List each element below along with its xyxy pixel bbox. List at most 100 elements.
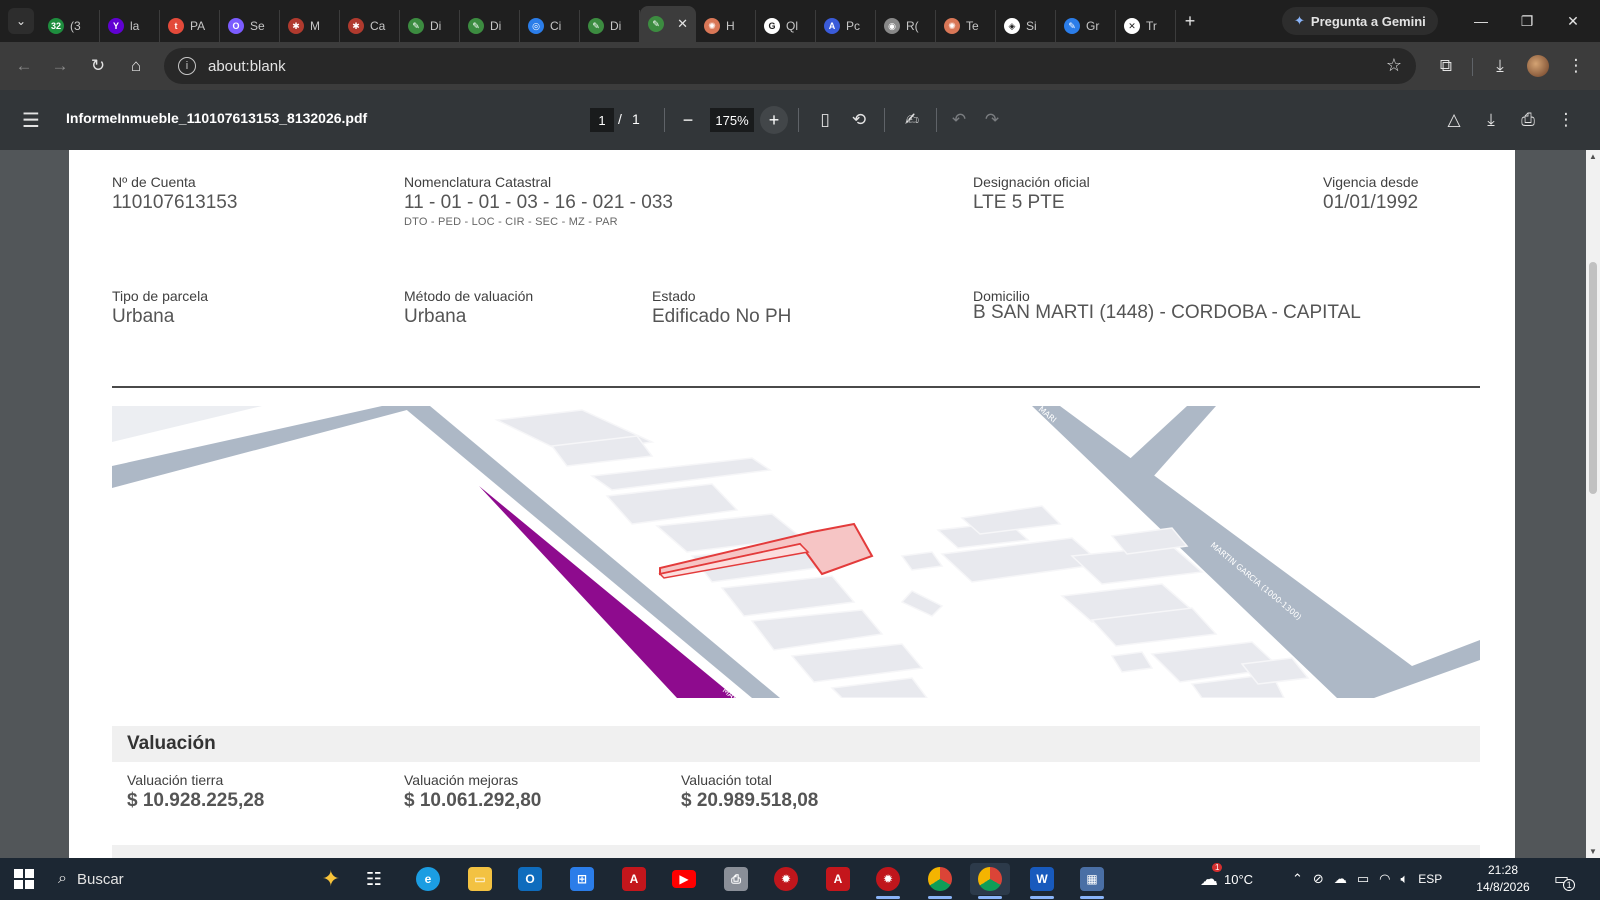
bookmark-star-icon[interactable]: ☆ (1386, 55, 1402, 76)
browser-tab[interactable]: ✕ Tr (1116, 10, 1176, 42)
language-indicator[interactable]: ESP (1418, 872, 1442, 886)
minimize-button[interactable]: — (1458, 0, 1504, 42)
pdf-viewport[interactable]: Nº de Cuenta 110107613153 Nomenclatura C… (0, 150, 1600, 858)
close-window-button[interactable]: ✕ (1550, 0, 1596, 42)
browser-tab[interactable]: 32 (3 (40, 10, 100, 42)
redo-button[interactable]: ↷ (978, 106, 1006, 134)
browser-tab[interactable]: ✎ ✕ (640, 6, 696, 42)
pdf-scrollbar[interactable]: ▲ ▼ (1586, 150, 1600, 858)
acrobat-reader-app[interactable]: A (818, 863, 858, 895)
tab-title: Se (250, 19, 265, 33)
pdf-more-button[interactable]: ⋮ (1552, 106, 1580, 134)
browser-toolbar: ← → ↻ ⌂ i about:blank ☆ ⧉ ⤓ ⋮ (0, 42, 1600, 90)
print-button[interactable]: ⎙ (1514, 106, 1542, 134)
browser-tab[interactable]: ◈ Si (996, 10, 1056, 42)
browser-tab[interactable]: ✎ Gr (1056, 10, 1116, 42)
word-app[interactable]: W (1022, 863, 1062, 899)
pdf-download-button[interactable]: ⤓ (1477, 106, 1505, 134)
page-number-input[interactable]: 1 (590, 108, 614, 132)
printer-app[interactable]: ⎙ (716, 863, 756, 895)
tab-title: Gr (1086, 19, 1100, 33)
menu-button[interactable]: ⋮ (1558, 48, 1594, 84)
zoom-out-button[interactable]: − (674, 106, 702, 134)
reload-icon: ↻ (90, 56, 106, 75)
zoom-in-button[interactable]: + (760, 106, 788, 134)
valuacion-mejoras-value: $ 10.061.292,80 (404, 790, 542, 811)
browser-tab[interactable]: O Se (220, 10, 280, 42)
back-button[interactable]: ← (6, 48, 42, 84)
youtube-app[interactable]: ▶ (664, 863, 704, 895)
browser-tab[interactable]: G Ql (756, 10, 816, 42)
wifi-icon[interactable]: ◠ (1379, 871, 1390, 887)
browser-tab[interactable]: A Pc (816, 10, 876, 42)
windows-logo-icon (14, 869, 23, 878)
reload-button[interactable]: ↻ (80, 48, 116, 84)
forward-button[interactable]: → (42, 48, 78, 84)
gemini-button[interactable]: ✦ Pregunta a Gemini (1282, 7, 1438, 35)
notifications-button[interactable]: ▭ 1 (1554, 858, 1576, 900)
site-info-icon[interactable]: i (178, 57, 196, 75)
calculator-app[interactable]: ▦ (1072, 863, 1112, 899)
chevron-up-icon[interactable]: ⌃ (1292, 871, 1303, 887)
network-off-icon[interactable]: ⊘ (1313, 871, 1324, 887)
printer-icon: ⎙ (724, 867, 748, 891)
browser-tab[interactable]: ✺ H (696, 10, 756, 42)
tipo-parcela-value: Urbana (112, 306, 175, 327)
weather-widget[interactable]: ☁ 1 10°C (1200, 858, 1253, 900)
google-icon: G (764, 18, 780, 34)
leaf-icon: ✎ (648, 16, 664, 32)
onedrive-icon[interactable]: ☁ (1334, 871, 1347, 887)
store-app[interactable]: ⊞ (562, 863, 602, 895)
undo-button[interactable]: ↶ (945, 106, 973, 134)
scroll-up-icon[interactable]: ▲ (1588, 152, 1598, 161)
edge-app[interactable]: e (408, 863, 448, 895)
browser-tab[interactable]: ✎ Di (460, 10, 520, 42)
app-shield[interactable]: ✹ (766, 863, 806, 895)
extensions-button[interactable]: ⧉ (1428, 48, 1464, 84)
explorer-app[interactable]: ▭ (460, 863, 500, 895)
restore-button[interactable]: ❐ (1504, 0, 1550, 42)
task-view-button[interactable]: ☷ (354, 863, 394, 895)
browser-tab[interactable]: ✱ Ca (340, 10, 400, 42)
valuacion-title: Valuación (127, 733, 216, 754)
volume-icon[interactable]: 🔈︎ (1400, 871, 1408, 887)
minus-icon: − (682, 109, 694, 130)
home-button[interactable]: ⌂ (118, 48, 154, 84)
start-button[interactable] (14, 869, 34, 889)
pdf-sidebar-toggle[interactable]: ☰ (22, 108, 40, 133)
drive-save-button[interactable]: △ (1440, 106, 1468, 134)
browser-tab[interactable]: ✎ Di (400, 10, 460, 42)
downloads-button[interactable]: ⤓ (1482, 48, 1518, 84)
shield-icon: ✹ (774, 867, 798, 891)
zoom-input[interactable]: 175% (710, 108, 754, 132)
scroll-down-icon[interactable]: ▼ (1588, 847, 1598, 856)
valuacion-tierra-value: $ 10.928.225,28 (127, 790, 265, 811)
battery-icon[interactable]: ▭ (1357, 871, 1369, 887)
clock[interactable]: 21:28 14/8/2026 (1470, 862, 1536, 896)
address-bar[interactable]: i about:blank ☆ (164, 48, 1416, 84)
page-separator: / (618, 111, 622, 127)
chrome-profile-app[interactable] (920, 863, 960, 899)
browser-tab[interactable]: t PA (160, 10, 220, 42)
profile-button[interactable] (1520, 48, 1556, 84)
fit-page-button[interactable]: ▯ (811, 106, 839, 134)
browser-tab[interactable]: ◉ R( (876, 10, 936, 42)
new-tab-button[interactable]: + (1176, 11, 1204, 32)
taskbar-search[interactable]: ⌕ Buscar ✦ (58, 858, 340, 900)
acrobat-app[interactable]: A (614, 863, 654, 895)
chrome-app[interactable] (970, 863, 1010, 899)
browser-tab[interactable]: ✎ Di (580, 10, 640, 42)
pdf-divider (664, 108, 665, 132)
outlook-app[interactable]: O (510, 863, 550, 895)
annotate-button[interactable]: ✍ (898, 106, 926, 134)
map-building (960, 505, 1062, 535)
tab-search-button[interactable]: ⌄ (8, 8, 34, 34)
browser-tab[interactable]: ✱ M (280, 10, 340, 42)
scrollbar-thumb[interactable] (1589, 262, 1597, 494)
rotate-button[interactable]: ⟲ (845, 106, 873, 134)
app-red-shield[interactable]: ✹ (868, 863, 908, 899)
browser-tab[interactable]: Yla (100, 10, 160, 42)
browser-tab[interactable]: ✺ Te (936, 10, 996, 42)
close-tab-icon[interactable]: ✕ (677, 16, 688, 32)
browser-tab[interactable]: ◎ Ci (520, 10, 580, 42)
